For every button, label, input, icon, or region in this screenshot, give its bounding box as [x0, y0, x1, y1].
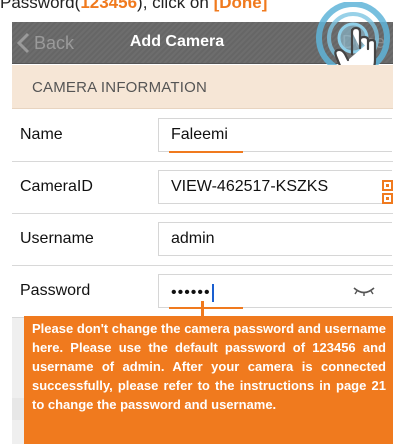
username-field[interactable]: admin [158, 222, 392, 256]
eye-closed-icon[interactable] [353, 286, 375, 298]
username-label: Username [20, 230, 94, 247]
caption-prefix: Password( [0, 0, 81, 12]
caption-action: [Done] [213, 0, 268, 12]
section-header-label: CAMERA INFORMATION [32, 79, 207, 96]
camera-id-row: CameraID VIEW-462517-KSZKS [12, 162, 393, 214]
section-header: CAMERA INFORMATION [12, 65, 393, 109]
password-underline [169, 307, 243, 309]
name-label: Name [20, 126, 63, 143]
camera-id-value: VIEW-462517-KSZKS [171, 178, 329, 195]
caption-middle: ), click on [137, 0, 214, 12]
name-field[interactable]: Faleemi [158, 118, 392, 153]
camera-form: Name Faleemi CameraID VIEW-462517-KSZKS [12, 110, 393, 318]
password-dots: •••••• [171, 284, 211, 302]
camera-id-field[interactable]: VIEW-462517-KSZKS [158, 170, 393, 204]
instruction-callout: Please don't change the camera password … [24, 316, 393, 444]
password-value: •••••• [171, 284, 214, 302]
qr-code-icon[interactable] [382, 180, 393, 204]
camera-id-label: CameraID [20, 178, 93, 195]
password-field[interactable]: •••••• [158, 274, 392, 309]
username-row: Username admin [12, 214, 393, 266]
password-label: Password [20, 282, 91, 299]
name-underline [169, 151, 243, 153]
username-value: admin [171, 230, 215, 247]
page-title: Add Camera [129, 33, 225, 50]
name-row: Name Faleemi [12, 110, 393, 162]
name-value: Faleemi [171, 126, 228, 143]
text-caret [211, 284, 214, 302]
caption-password: 123456 [80, 0, 138, 12]
